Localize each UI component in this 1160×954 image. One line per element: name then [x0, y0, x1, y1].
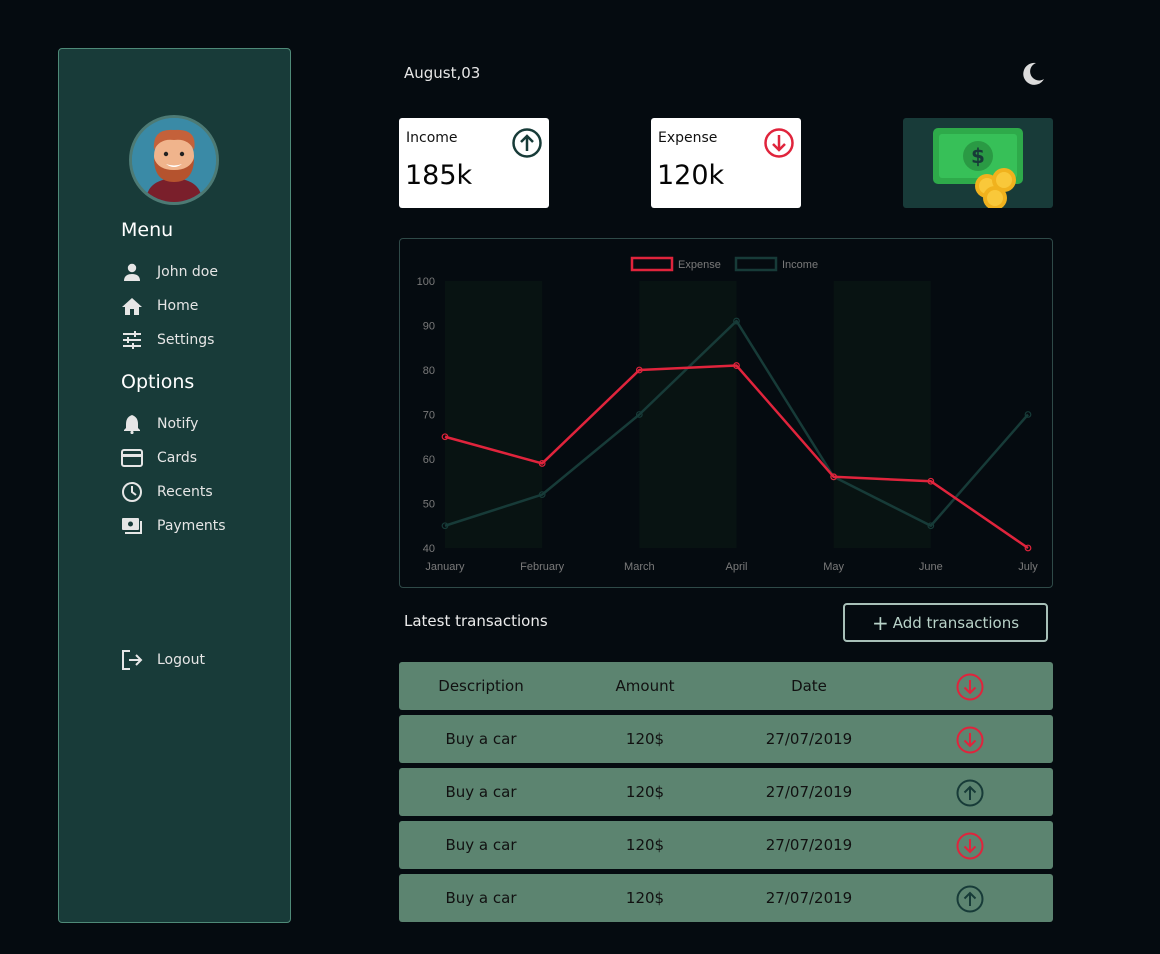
- logout-button[interactable]: Logout: [121, 649, 205, 671]
- cell-amount: 120$: [625, 783, 665, 801]
- sidebar-item-home[interactable]: Home: [121, 295, 198, 317]
- cell-date: 27/07/2019: [765, 783, 853, 801]
- cell-description: Buy a car: [445, 730, 517, 748]
- latest-transactions-title: Latest transactions: [404, 612, 548, 630]
- dark-mode-toggle[interactable]: [1019, 60, 1047, 88]
- income-value: 185k: [405, 160, 473, 191]
- arrow-down-circle-icon: [956, 673, 984, 701]
- sidebar-item-recents[interactable]: Recents: [121, 481, 213, 503]
- money-illustration-card: $: [903, 118, 1053, 210]
- arrow-up-circle-icon: [956, 779, 984, 807]
- legend-label: Expense: [678, 259, 721, 271]
- add-transactions-button[interactable]: + Add transactions: [843, 603, 1048, 642]
- moon-icon: [1023, 62, 1044, 85]
- table-row[interactable]: Buy a car 120$ 27/07/2019: [399, 821, 1053, 869]
- sidebar-item-label: John doe: [157, 264, 218, 280]
- x-tick-label: March: [624, 561, 655, 573]
- y-tick-label: 40: [423, 543, 435, 555]
- clock-icon: [121, 481, 143, 503]
- avatar[interactable]: [129, 115, 219, 205]
- sidebar: Menu John doe Home Settings Options Noti…: [58, 48, 291, 923]
- credit-card-icon: [121, 447, 143, 469]
- sidebar-item-settings[interactable]: Settings: [121, 329, 214, 351]
- sidebar-item-label: Payments: [157, 518, 226, 534]
- cell-date: 27/07/2019: [765, 836, 853, 854]
- x-tick-label: April: [725, 561, 747, 573]
- arrow-down-circle-icon: [956, 832, 984, 860]
- logout-icon: [121, 649, 143, 671]
- user-icon: [121, 261, 143, 283]
- table-row[interactable]: Buy a car 120$ 27/07/2019: [399, 715, 1053, 763]
- expense-label: Expense: [658, 130, 718, 146]
- table-row[interactable]: Buy a car 120$ 27/07/2019: [399, 874, 1053, 922]
- header-date: Date: [791, 677, 827, 695]
- cell-description: Buy a car: [445, 783, 517, 801]
- y-tick-label: 50: [423, 499, 435, 511]
- arrow-down-circle-icon: [956, 726, 984, 754]
- sidebar-item-label: Recents: [157, 484, 213, 500]
- header-description: Description: [438, 677, 524, 695]
- logout-label: Logout: [157, 652, 205, 668]
- y-tick-label: 100: [417, 276, 435, 288]
- cell-amount: 120$: [625, 889, 665, 907]
- sidebar-item-cards[interactable]: Cards: [121, 447, 197, 469]
- income-expense-chart: 40 50 60 70 80 90 100 January February March April…: [399, 238, 1053, 588]
- menu-title: Menu: [121, 219, 174, 241]
- income-card: Income 185k: [399, 118, 549, 208]
- table-row[interactable]: Buy a car 120$ 27/07/2019: [399, 768, 1053, 816]
- cell-description: Buy a car: [445, 889, 517, 907]
- sliders-icon: [121, 329, 143, 351]
- legend-swatch: [630, 256, 674, 272]
- add-transactions-label: Add transactions: [892, 613, 1020, 632]
- arrow-down-circle-icon: [764, 128, 794, 158]
- legend-swatch: [734, 256, 778, 272]
- x-tick-label: May: [823, 561, 844, 573]
- y-tick-label: 80: [423, 365, 435, 377]
- y-tick-label: 60: [423, 454, 435, 466]
- x-tick-label: January: [425, 561, 465, 573]
- x-tick-label: July: [1018, 561, 1038, 573]
- x-tick-label: February: [520, 561, 565, 573]
- bell-icon: [121, 413, 143, 435]
- sidebar-item-label: Cards: [157, 450, 198, 466]
- sidebar-item-payments[interactable]: Payments: [121, 515, 226, 537]
- home-icon: [121, 295, 143, 317]
- money-icon: $: [933, 128, 1023, 210]
- legend-label: Income: [782, 259, 818, 271]
- plus-icon: +: [871, 610, 889, 635]
- header-amount: Amount: [615, 677, 675, 695]
- cell-description: Buy a car: [445, 836, 517, 854]
- sidebar-item-profile[interactable]: John doe: [121, 261, 218, 283]
- y-tick-label: 90: [423, 321, 435, 333]
- sidebar-item-notify[interactable]: Notify: [121, 413, 198, 435]
- sidebar-item-label: Home: [157, 298, 199, 314]
- cell-date: 27/07/2019: [765, 889, 853, 907]
- expense-value: 120k: [657, 160, 725, 191]
- cell-amount: 120$: [625, 836, 665, 854]
- y-tick-label: 70: [423, 410, 435, 422]
- expense-card: Expense 120k: [651, 118, 801, 208]
- sidebar-item-label: Settings: [157, 332, 215, 348]
- svg-text:$: $: [971, 144, 985, 168]
- cell-date: 27/07/2019: [765, 730, 853, 748]
- payments-icon: [121, 515, 143, 537]
- sidebar-item-label: Notify: [157, 416, 199, 432]
- chart-band: [445, 281, 543, 548]
- chart-band: [639, 281, 737, 548]
- avatar-image: [132, 118, 216, 202]
- table-header: Description Amount Date: [399, 662, 1053, 710]
- x-tick-label: June: [919, 561, 943, 573]
- options-title: Options: [121, 371, 195, 393]
- line-chart: 40 50 60 70 80 90 100 January February March April…: [417, 256, 1038, 573]
- arrow-up-circle-icon: [512, 128, 542, 158]
- chart-band: [833, 281, 931, 548]
- current-date: August,03: [404, 64, 481, 82]
- arrow-up-circle-icon: [956, 885, 984, 913]
- cell-amount: 120$: [625, 730, 665, 748]
- income-label: Income: [406, 130, 458, 146]
